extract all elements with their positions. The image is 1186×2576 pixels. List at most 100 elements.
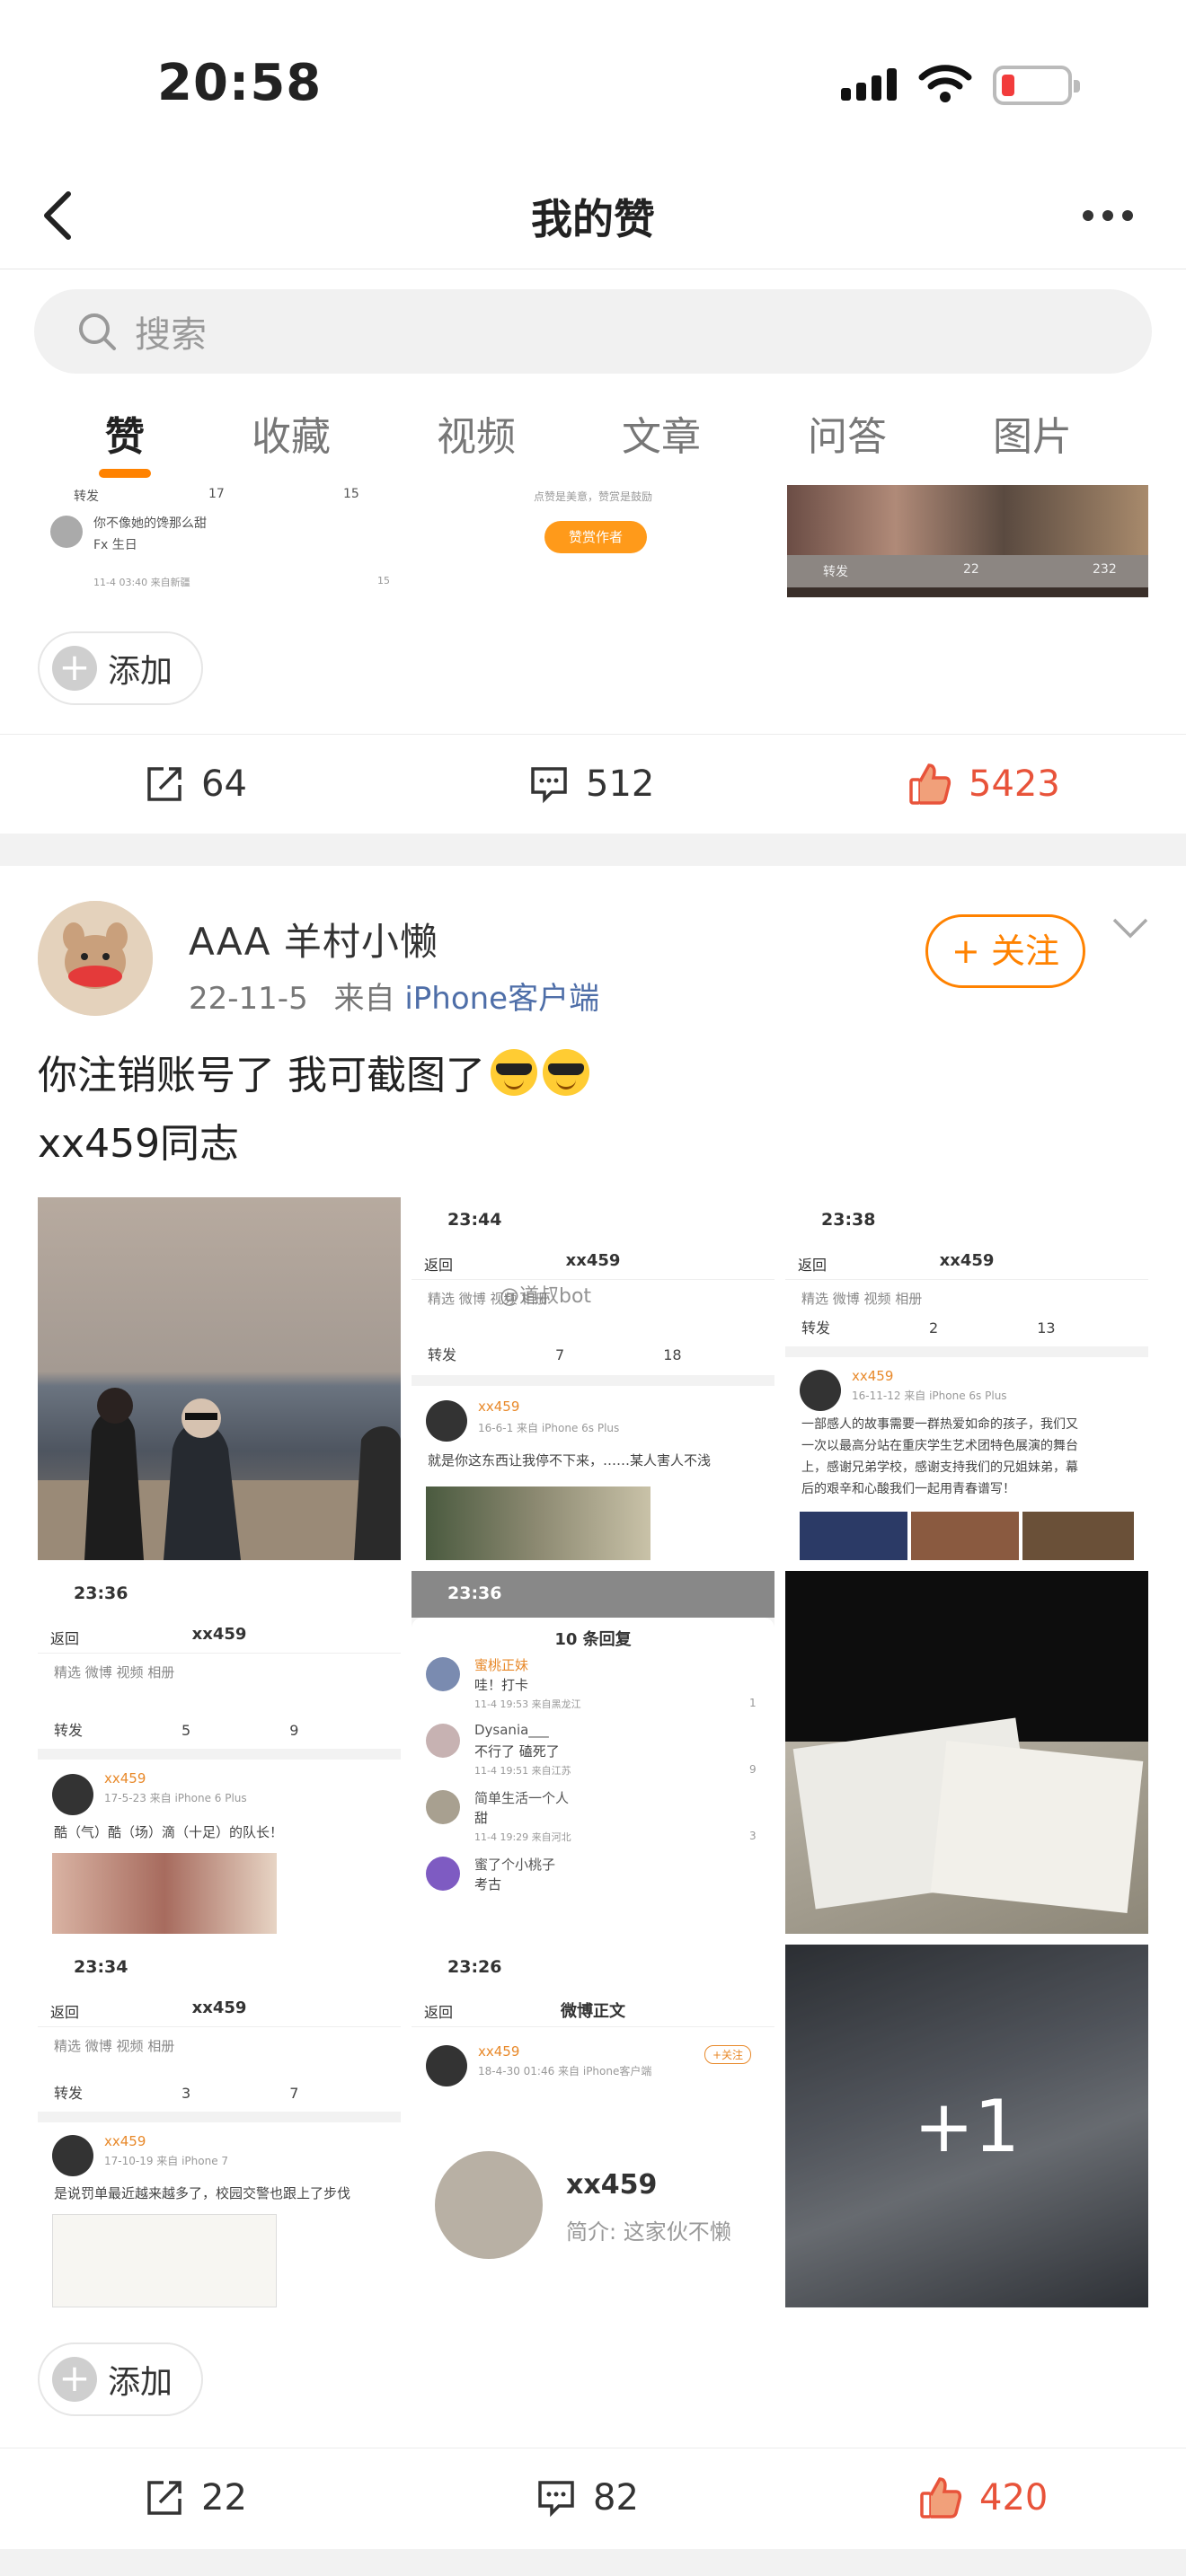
status-time: 20:58: [157, 54, 323, 112]
card-photo: [930, 1740, 1144, 1914]
shot-navbar: 返回 xx459: [412, 1244, 774, 1280]
repost-button[interactable]: 64: [144, 735, 247, 834]
shot-comments: 3: [181, 2085, 191, 2102]
reply-text: 考古: [474, 1876, 502, 1892]
add-label: 添加: [108, 653, 173, 690]
like-button[interactable]: 420: [918, 2448, 1048, 2547]
shot-navbar: 返回 微博正文: [412, 1991, 774, 2027]
like-count: 5423: [969, 763, 1060, 805]
shot-meta: 18-4-30 01:46 来自 iPhone客户端: [478, 2065, 652, 2078]
shot-likes: 18: [663, 1346, 682, 1363]
thumb-avatar: [50, 516, 83, 548]
chevron-down-icon[interactable]: [1111, 914, 1150, 941]
grid-image-3[interactable]: 23:38 返回 xx459 精选 微博 视频 相册 转发 2 13 xx459 1…: [785, 1197, 1148, 1560]
shot-navbar: 返回 xx459: [785, 1244, 1148, 1280]
tab-qa[interactable]: 问答: [775, 404, 919, 462]
shot-tabs: 精选 微博 视频 相册: [801, 1291, 923, 1307]
reply-meta: 11-4 19:29 来自河北: [474, 1831, 571, 1843]
shot-name: xx459: [852, 1368, 894, 1384]
grid-image-4[interactable]: 23:36 返回 xx459 精选 微博 视频 相册 转发 5 9 xx459 17…: [38, 1571, 401, 1934]
more-images-count: +1: [785, 1945, 1148, 2307]
shot-body: 是说罚单最近越来越多了，校园交警也跟上了步伐: [54, 2185, 351, 2201]
thumb-likes-count-2: 15: [377, 575, 390, 587]
grid-image-2[interactable]: 23:44 返回 xx459 精选 微博 视频 相册 @道叔bot 转发 7 18 …: [412, 1197, 774, 1560]
follow-button[interactable]: + 关注: [925, 914, 1085, 988]
shot-time: 23:44: [447, 1210, 502, 1230]
reward-author-button: 赞赏作者: [544, 521, 647, 553]
shot-likes: 9: [289, 1722, 299, 1739]
feed-divider: [0, 2549, 1186, 2576]
status-bar: 20:58: [0, 0, 1186, 162]
shot-gap: [38, 1749, 401, 1760]
reply-text: 甜: [474, 1810, 489, 1826]
comment-count: 82: [593, 2477, 639, 2519]
thumb-repost-label: 转发: [823, 565, 848, 579]
shot-photo: [426, 1486, 651, 1560]
tab-videos[interactable]: 视频: [404, 404, 548, 462]
nav-bar: 我的赞: [0, 162, 1186, 269]
shot-avatar: [52, 1774, 93, 1815]
prev-post-image-2[interactable]: 点赞是美意，赞赏是鼓励 赞赏作者: [413, 485, 776, 597]
shot-repost: 转发: [801, 1319, 831, 1337]
like-button[interactable]: 5423: [907, 735, 1060, 834]
repost-button[interactable]: 22: [144, 2448, 247, 2547]
reply-name: 蜜了个小桃子: [474, 1857, 556, 1873]
grid-image-8[interactable]: 23:26 返回 微博正文 xx459 18-4-30 01:46 来自 iPh…: [412, 1945, 774, 2307]
sunglasses-emoji-icon: [491, 1049, 537, 1096]
comment-button[interactable]: 512: [528, 735, 654, 834]
shot-photo: [800, 1512, 907, 1560]
search-icon: [79, 313, 116, 350]
shot-gap: [38, 2112, 401, 2122]
thumb-comments-count: 17: [208, 487, 225, 501]
grid-image-9[interactable]: +1: [785, 1945, 1148, 2307]
post-text: 你注销账号了 我可截图了 xx459同志: [38, 1042, 589, 1178]
grid-image-7[interactable]: 23:34 返回 xx459 精选 微博 视频 相册 转发 3 7 xx459 17…: [38, 1945, 401, 2307]
post-source: iPhone客户端: [404, 981, 600, 1017]
shot-gap: [785, 1346, 1148, 1357]
repost-count: 64: [201, 763, 247, 805]
thumbs-up-icon: [909, 763, 951, 805]
shot-title: xx459: [565, 1251, 621, 1270]
shot-repost: 转发: [54, 1722, 84, 1739]
shot-avatar: [426, 1724, 460, 1758]
shot-avatar: [426, 1857, 460, 1891]
shot-avatar: [800, 1370, 841, 1411]
shot-likes: 7: [289, 2085, 299, 2102]
thumb-repost-label: 转发: [74, 490, 99, 504]
plus-icon: +: [52, 2357, 97, 2402]
avatar[interactable]: [38, 901, 153, 1016]
tab-images[interactable]: 图片: [960, 404, 1104, 462]
search-bar[interactable]: 搜索: [34, 289, 1152, 374]
shot-avatar: [426, 2045, 467, 2086]
more-options-icon[interactable]: [1083, 198, 1155, 234]
shot-repost: 转发: [54, 2085, 84, 2102]
shot-tabs: 精选 微博 视频 相册: [54, 2038, 175, 2054]
comment-button[interactable]: 82: [535, 2448, 639, 2547]
shot-time: 23:36: [74, 1584, 128, 1603]
shot-comments: 5: [181, 1722, 191, 1739]
shot-meta: 16-6-1 来自 iPhone 6s Plus: [478, 1422, 620, 1434]
tab-articles[interactable]: 文章: [589, 404, 733, 462]
shot-navbar: 返回 xx459: [38, 1618, 401, 1654]
thumb-text-line2: Fx 生日: [93, 538, 137, 552]
feed-divider: [0, 834, 1186, 866]
page-title: 我的赞: [531, 195, 655, 243]
add-button[interactable]: + 添加: [38, 2342, 204, 2416]
tab-favorites[interactable]: 收藏: [219, 404, 363, 462]
shot-body: 酷（气）酷（场）滴（十足）的队长！: [54, 1824, 284, 1840]
shot-tabs: 精选 微博 视频 相册: [54, 1664, 175, 1681]
post-actions: 22 82 420: [0, 2448, 1186, 2546]
avatar-image: [38, 901, 153, 1016]
prev-post-image-3[interactable]: 转发 22 232: [787, 485, 1148, 597]
username[interactable]: AAA 羊村小懒: [189, 912, 438, 966]
grid-image-6[interactable]: [785, 1571, 1148, 1934]
shot-sheet: [412, 1618, 774, 1934]
prev-post-image-1[interactable]: 转发 17 15 你不像她的馋那么甜 Fx 生日 11-4 03:40 来自新疆…: [38, 485, 400, 597]
grid-image-1[interactable]: [38, 1197, 401, 1560]
sunglasses-emoji-icon: [543, 1049, 589, 1096]
add-button[interactable]: + 添加: [38, 631, 204, 705]
grid-image-5[interactable]: 23:36 10 条回复 蜜桃正妹 哇！打卡 11-4 19:53 来自黑龙江 …: [412, 1571, 774, 1934]
shot-avatar: [426, 1790, 460, 1824]
tab-likes[interactable]: 赞: [53, 404, 197, 462]
thumbs-up-icon: [920, 2477, 962, 2519]
